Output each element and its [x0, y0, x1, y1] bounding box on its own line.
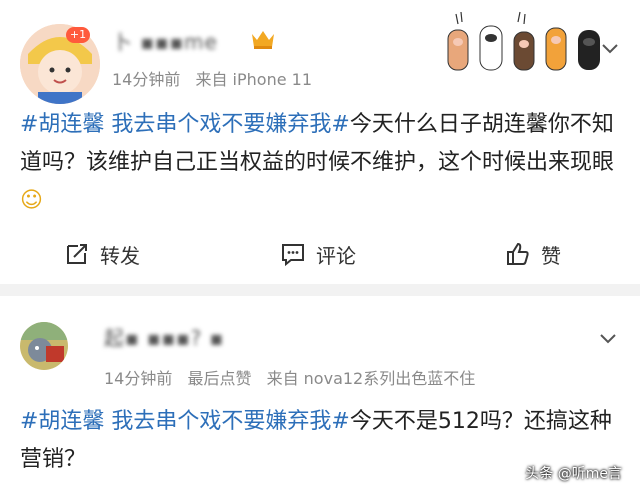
username[interactable]: 卜 ▪▪▪me — [112, 26, 218, 55]
like-button[interactable]: 赞 — [505, 234, 561, 274]
repost-label: 转发 — [100, 243, 140, 268]
post-source: 来自 nova12系列出色蓝不住 — [266, 369, 476, 388]
chevron-down-icon[interactable] — [600, 42, 620, 56]
post-card: +1 卜 ▪▪▪me 14分钟前 来自 iPhone 11 #胡连馨 我去串个戏… — [0, 0, 640, 284]
thumbs-up-icon — [507, 242, 529, 265]
topic-tag[interactable]: #胡连馨 我去串个戏不要嫌弃我# — [20, 409, 350, 434]
comment-label: 评论 — [316, 243, 356, 268]
avatar[interactable] — [20, 322, 68, 370]
repost-icon — [67, 244, 87, 264]
smile-emoji-icon: ☺ — [20, 188, 43, 213]
post-meta: 14分钟前 最后点赞 来自 nova12系列出色蓝不住 — [104, 365, 485, 389]
action-bar: 转发 评论 赞 — [0, 234, 640, 274]
last-liked-label: 最后点赞 — [187, 369, 252, 388]
comment-button[interactable]: 评论 — [280, 234, 356, 274]
chevron-down-icon[interactable] — [598, 332, 618, 346]
post-time: 14分钟前 — [112, 70, 181, 89]
like-label: 赞 — [541, 243, 561, 268]
post-time: 14分钟前 — [104, 369, 173, 388]
post-meta: 14分钟前 来自 iPhone 11 — [112, 66, 322, 90]
post-source: 来自 iPhone 11 — [195, 70, 313, 89]
username[interactable]: 起▪ ▪▪▪? ▪ — [104, 322, 224, 351]
topic-tag[interactable]: #胡连馨 我去串个戏不要嫌弃我# — [20, 112, 350, 137]
comment-icon — [282, 244, 304, 267]
post-content: #胡连馨 我去串个戏不要嫌弃我#今天什么日子胡连馨你不知道吗？该维护自己正当权益… — [20, 106, 630, 220]
notification-badge: +1 — [66, 27, 90, 43]
crown-icon — [252, 31, 274, 49]
repost-button[interactable]: 转发 — [64, 234, 140, 274]
watermark: 头条 @听me言 — [525, 466, 622, 482]
post-divider — [0, 284, 640, 296]
cat-paws-decoration-icon — [447, 11, 600, 71]
